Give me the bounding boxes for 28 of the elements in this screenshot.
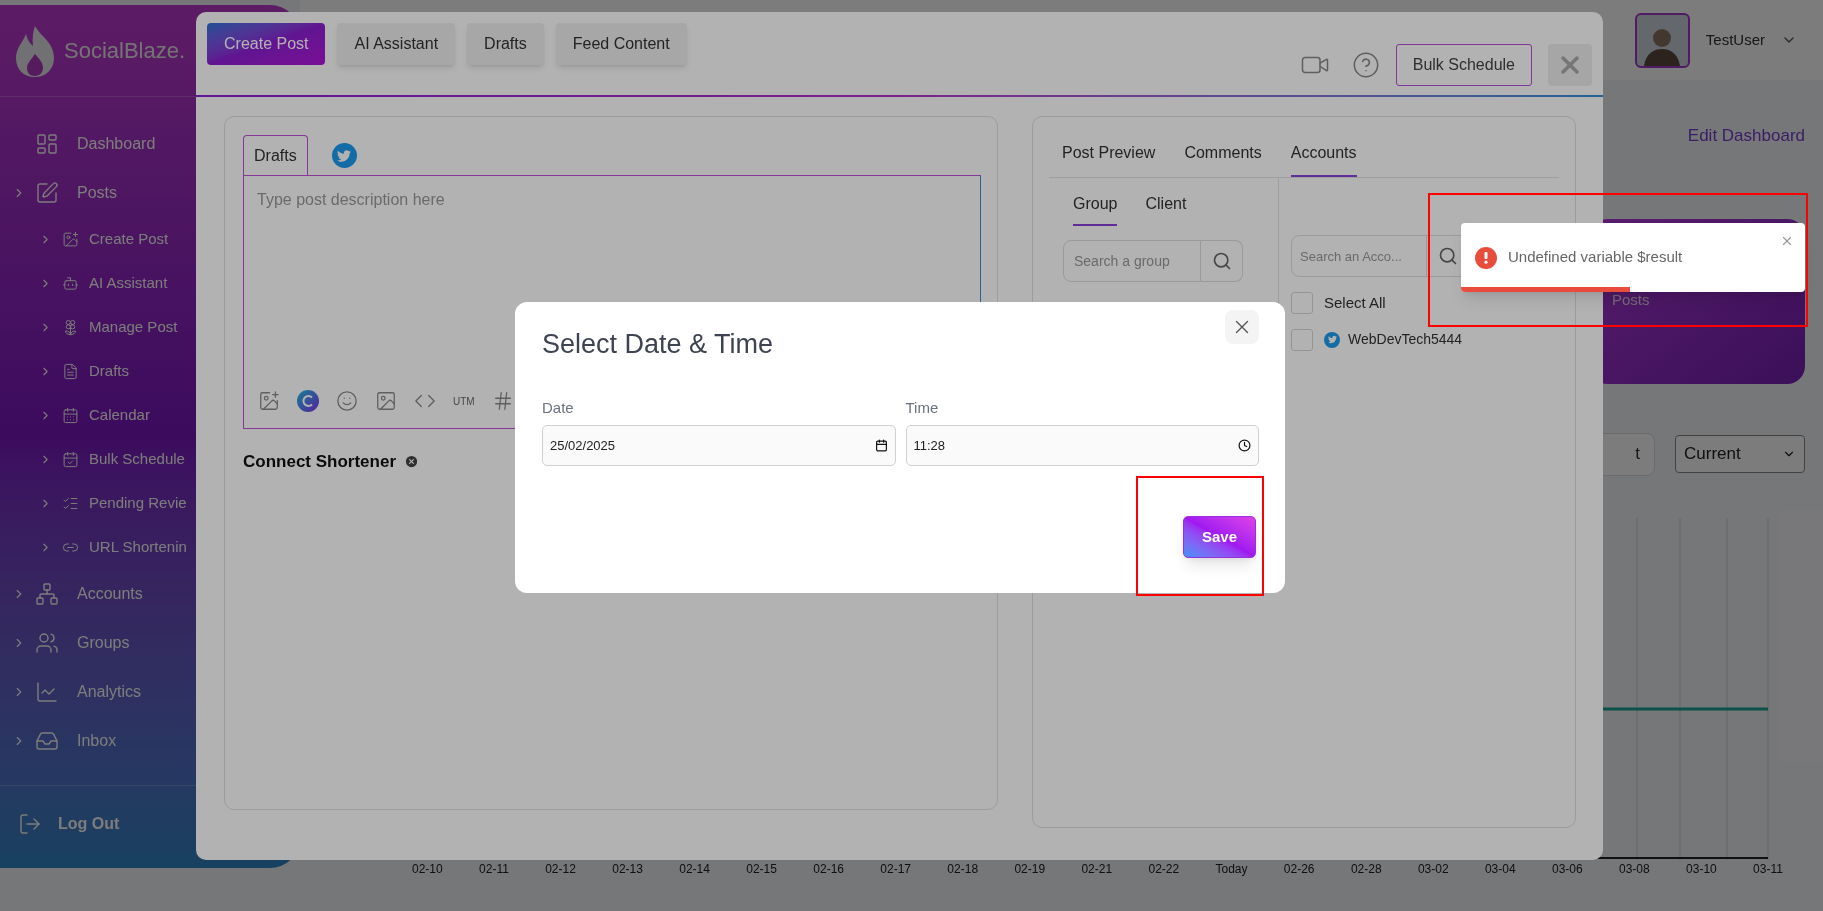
axis-label: 03-04 bbox=[1484, 860, 1516, 878]
axis-label: 02-12 bbox=[545, 860, 576, 878]
axis-label: 03-02 bbox=[1417, 860, 1449, 878]
card-label: Posts bbox=[1612, 289, 1651, 310]
axis-label: 02-14 bbox=[679, 860, 710, 878]
field-label: Date bbox=[542, 397, 575, 418]
axis-label: 03-11 bbox=[1753, 860, 1783, 878]
axis-label: 03-10 bbox=[1686, 860, 1717, 878]
brand-name: SocialBlaze. bbox=[64, 37, 186, 65]
axis-label: 02-16 bbox=[813, 860, 844, 878]
axis-label: 02-22 bbox=[1148, 860, 1180, 878]
field-label: Time bbox=[905, 397, 940, 418]
connect-shortener-label: Connect Shortener bbox=[243, 451, 397, 473]
axis-label: 03-06 bbox=[1551, 860, 1583, 878]
axis-label: 02-19 bbox=[1014, 860, 1046, 878]
axis-label: 02-17 bbox=[880, 860, 912, 878]
dialog-title: Select Date & Time bbox=[542, 328, 774, 361]
axis-label: 02-28 bbox=[1350, 860, 1382, 878]
axis-label: 02-21 bbox=[1081, 860, 1113, 878]
axis-label: 02-13 bbox=[612, 860, 643, 878]
axis-label: 02-11 bbox=[479, 860, 509, 878]
axis-label: 02-10 bbox=[412, 860, 443, 878]
axis-label: 02-18 bbox=[947, 860, 979, 878]
axis-label: 02-26 bbox=[1283, 860, 1315, 878]
axis-label: 02-15 bbox=[746, 860, 777, 878]
axis-label: 03-08 bbox=[1619, 860, 1650, 878]
toast-message: Undefined variable $result bbox=[1508, 247, 1683, 268]
axis-label: Today bbox=[1215, 860, 1248, 878]
